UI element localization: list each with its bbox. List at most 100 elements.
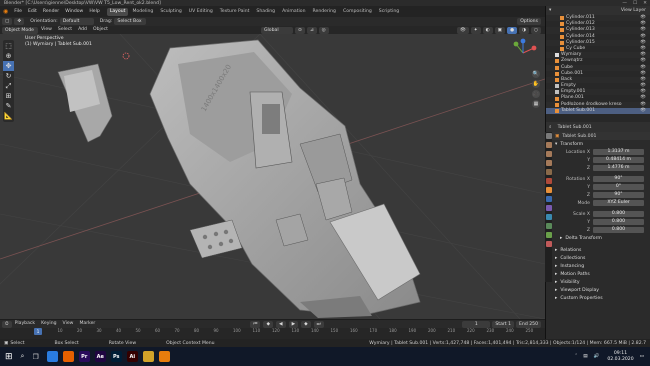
select-tool-icon[interactable]: ⬚ xyxy=(3,41,14,51)
tab-rendering[interactable]: Rendering xyxy=(310,8,339,16)
location-y-field[interactable]: 0.48414 m xyxy=(593,157,644,163)
visibility-panel-header[interactable]: ▸ Visibility xyxy=(552,278,650,286)
transform-panel-header[interactable]: ▾ Transform xyxy=(552,140,650,148)
menu-marker[interactable]: Marker xyxy=(76,320,98,328)
pan-icon[interactable]: ✋ xyxy=(532,80,540,88)
start-frame-field[interactable]: Start 1 xyxy=(492,320,515,328)
jump-start-icon[interactable]: ⏮ xyxy=(250,320,261,328)
eye-icon[interactable]: 👁 xyxy=(640,108,646,114)
clock[interactable]: 09:11 02.03.2020 xyxy=(607,351,633,363)
viewport-display-panel-header[interactable]: ▸ Viewport Display xyxy=(552,286,650,294)
mode-dropdown[interactable]: Object Mode xyxy=(2,26,38,34)
volume-icon[interactable]: 🔊 xyxy=(594,354,600,359)
menu-view[interactable]: View xyxy=(38,26,55,34)
menu-add[interactable]: Add xyxy=(75,26,90,34)
rotation-x-field[interactable]: 90° xyxy=(593,176,644,182)
world-tab-icon[interactable] xyxy=(545,178,552,184)
current-frame-field[interactable]: 1 xyxy=(462,320,491,328)
motion-paths-panel-header[interactable]: ▸ Motion Paths xyxy=(552,270,650,278)
overlay-icon[interactable]: ◐ xyxy=(482,26,493,34)
search-icon[interactable]: ⌕ xyxy=(21,352,25,361)
task-view-icon[interactable]: ❐ xyxy=(32,353,38,361)
shading-rendered-icon[interactable]: ○ xyxy=(530,26,541,34)
menu-file[interactable]: File xyxy=(11,6,25,17)
navigation-gizmo[interactable] xyxy=(508,38,538,68)
constraints-tab-icon[interactable] xyxy=(545,223,552,229)
measure-tool-icon[interactable]: 📐 xyxy=(3,111,14,121)
orientation-dropdown[interactable]: Default xyxy=(59,18,94,25)
menu-render[interactable]: Render xyxy=(40,6,62,17)
data-tab-icon[interactable] xyxy=(545,232,552,238)
illustrator-icon[interactable]: Ai xyxy=(126,351,138,362)
visibility-icon[interactable]: 👁 xyxy=(456,26,469,34)
tab-compositing[interactable]: Compositing xyxy=(340,8,375,16)
timeline-editor-icon[interactable]: ⏱ xyxy=(2,320,12,328)
gizmo-icon[interactable]: ✦ xyxy=(470,26,481,34)
menu-window[interactable]: Window xyxy=(62,6,86,17)
tool-tab-icon[interactable] xyxy=(545,133,552,139)
play-reverse-icon[interactable]: ◀ xyxy=(276,320,286,328)
blender-logo-icon[interactable]: ◉ xyxy=(0,6,11,17)
scale-tool-icon[interactable]: ⤢ xyxy=(3,81,14,91)
3d-viewport[interactable]: 1400x1400x20 xyxy=(0,34,545,319)
outliner-item[interactable]: Tablet Sub.001 👁 xyxy=(546,107,650,114)
options-dropdown[interactable]: Options xyxy=(517,18,541,25)
timeline-track[interactable]: 10 20 30 40 50 60 70 80 90 100 110 120 130 140 150 160 1… xyxy=(0,328,545,339)
tab-animation[interactable]: Animation xyxy=(279,8,308,16)
properties-search-icon[interactable]: ⌕ xyxy=(549,124,552,130)
particles-tab-icon[interactable] xyxy=(545,205,552,211)
explorer-icon[interactable] xyxy=(142,351,154,362)
tab-scripting[interactable]: Scripting xyxy=(376,8,402,16)
axis-gizmo-icon[interactable] xyxy=(508,38,538,68)
output-tab-icon[interactable] xyxy=(545,151,552,157)
view-layer-tab-icon[interactable] xyxy=(545,160,552,166)
tab-uv-editing[interactable]: UV Editing xyxy=(186,8,216,16)
transform-icon[interactable]: ✥ xyxy=(14,18,25,25)
physics-tab-icon[interactable] xyxy=(545,214,552,220)
close-button[interactable]: ✕ xyxy=(643,1,647,6)
tab-texture-paint[interactable]: Texture Paint xyxy=(217,8,253,16)
firefox-icon[interactable] xyxy=(62,351,74,362)
collections-panel-header[interactable]: ▸ Collections xyxy=(552,254,650,262)
menu-edit[interactable]: Edit xyxy=(25,6,40,17)
prev-key-icon[interactable]: ◆ xyxy=(263,320,274,328)
object-name-field[interactable]: ▣ Tablet Sub.001 xyxy=(552,132,650,140)
move-tool-icon[interactable]: ✥ xyxy=(3,61,14,71)
network-icon[interactable]: ▤ xyxy=(583,354,587,359)
shading-solid-icon[interactable]: ● xyxy=(506,26,517,34)
rotate-tool-icon[interactable]: ↻ xyxy=(3,71,14,81)
transform-orientation-dropdown[interactable]: Global xyxy=(260,26,293,34)
aftereffects-icon[interactable]: Ae xyxy=(94,351,106,362)
maximize-button[interactable]: ☐ xyxy=(633,1,637,6)
location-z-field[interactable]: 1.4776 m xyxy=(593,165,644,171)
end-frame-field[interactable]: End 250 xyxy=(516,320,541,328)
render-tab-icon[interactable] xyxy=(545,142,552,148)
custom-properties-panel-header[interactable]: ▸ Custom Properties xyxy=(552,294,650,302)
photoshop-icon[interactable]: Ps xyxy=(110,351,122,362)
modifier-tab-icon[interactable] xyxy=(545,196,552,202)
snap-icon[interactable]: ⊿ xyxy=(306,26,317,34)
cursor-tool-icon[interactable]: ⊕ xyxy=(3,51,14,61)
delta-transform-header[interactable]: ▸ Delta Transform xyxy=(552,234,650,242)
material-tab-icon[interactable] xyxy=(545,241,552,247)
notification-icon[interactable]: ▭ xyxy=(640,354,644,359)
grid-view-icon[interactable]: ▦ xyxy=(532,100,540,108)
rotation-z-field[interactable]: 90° xyxy=(593,192,644,198)
windows-start-icon[interactable]: ⊞ xyxy=(5,352,13,362)
zoom-icon[interactable]: 🔍 xyxy=(532,70,540,78)
scale-x-field[interactable]: 0.800 xyxy=(593,211,644,217)
tab-modeling[interactable]: Modeling xyxy=(129,8,156,16)
menu-object[interactable]: Object xyxy=(90,26,111,34)
minimize-button[interactable]: — xyxy=(622,1,627,6)
select-mode-icon[interactable]: ▢ xyxy=(2,18,13,25)
scene-tab-icon[interactable] xyxy=(545,169,552,175)
transform-tool-icon[interactable]: ⊞ xyxy=(3,91,14,101)
annotate-tool-icon[interactable]: ✎ xyxy=(3,101,14,111)
playhead[interactable]: 1 xyxy=(34,328,42,335)
scale-z-field[interactable]: 0.800 xyxy=(593,227,644,233)
rotation-mode-dropdown[interactable]: XYZ Euler xyxy=(593,200,644,206)
camera-icon[interactable]: 🎥 xyxy=(532,90,540,98)
xray-icon[interactable]: ▣ xyxy=(494,26,505,34)
menu-playback[interactable]: Playback xyxy=(12,320,39,328)
proportional-icon[interactable]: ◎ xyxy=(318,26,329,34)
